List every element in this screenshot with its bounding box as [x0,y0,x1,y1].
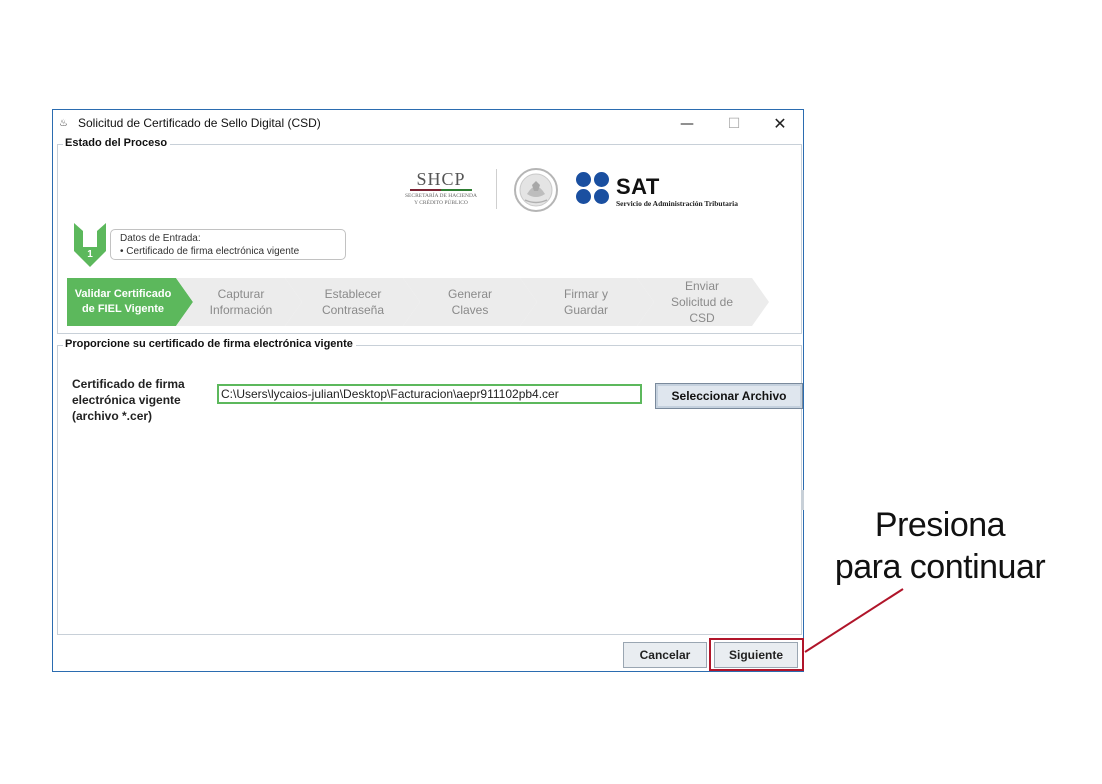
step-marker-icon [74,223,106,267]
step-generar-claves: Generar Claves [447,287,493,317]
sat-logo: SAT Servicio de Administración Tributari… [576,172,761,210]
window-title: Solicitud de Certificado de Sello Digita… [78,116,321,130]
close-button[interactable]: ✕ [769,114,791,134]
cancel-button[interactable]: Cancelar [623,642,707,668]
step-info-item: • Certificado de firma electrónica vigen… [120,246,300,257]
certificate-path-input[interactable] [217,384,642,404]
java-app-icon: ♨ [59,118,68,129]
step-firmar-guardar: Firmar y Guardar [563,287,609,317]
shcp-logo-subtitle: SECRETARÍA DE HACIENDA Y CRÉDITO PÚBLICO [405,193,477,206]
step-validar-certificado: Validar Certificado de FIEL Vigente [74,288,172,315]
logo-separator [496,169,497,209]
callout-annotation-text: Presiona para continuar [834,506,1046,586]
step-info-title: Datos de Entrada: [120,233,201,244]
sat-dots-icon [576,172,612,208]
shcp-logo: SHCP SECRETARÍA DE HACIENDA Y CRÉDITO PÚ… [396,169,486,213]
process-status-panel: Estado del Proceso SHCP SECRETARÍA DE HA… [57,137,802,334]
certificate-panel: Proporcione su certificado de firma elec… [57,338,803,635]
title-bar[interactable]: ♨ Solicitud de Certificado de Sello Digi… [53,110,803,138]
sat-logo-word: SAT [616,174,660,199]
step-establecer-contrasena: Establecer Contraseña [321,287,385,317]
mexico-seal-icon [514,168,558,212]
current-step-number: 1 [87,249,93,260]
csd-request-window: ♨ Solicitud de Certificado de Sello Digi… [52,109,804,672]
sat-logo-subtitle: Servicio de Administración Tributaria [616,199,739,208]
step-enviar-solicitud: Enviar Solicitud de CSD [670,279,734,325]
shcp-logo-word: SHCP [410,169,472,191]
certificate-field-label: Certificado de firma electrónica vigente… [72,377,185,423]
scroll-strip [801,490,804,510]
minimize-button[interactable]: — [676,114,698,134]
select-file-button[interactable]: Seleccionar Archivo [655,383,803,409]
next-button-highlight [709,638,804,671]
step-info-box: Datos de Entrada: • Certificado de firma… [110,229,346,260]
process-steps: Validar Certificado de FIEL Vigente Capt… [67,278,779,326]
maximize-button[interactable]: ☐ [723,114,745,134]
step-capturar-informacion: Capturar Información [209,287,273,317]
process-section-title: Estado del Proceso [63,137,171,149]
certificate-section-title: Proporcione su certificado de firma elec… [63,338,356,350]
